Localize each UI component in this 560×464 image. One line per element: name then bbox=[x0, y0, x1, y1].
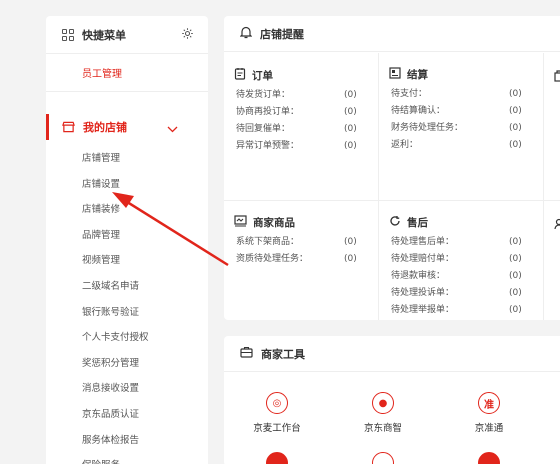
annotation-arrow bbox=[112, 192, 229, 267]
